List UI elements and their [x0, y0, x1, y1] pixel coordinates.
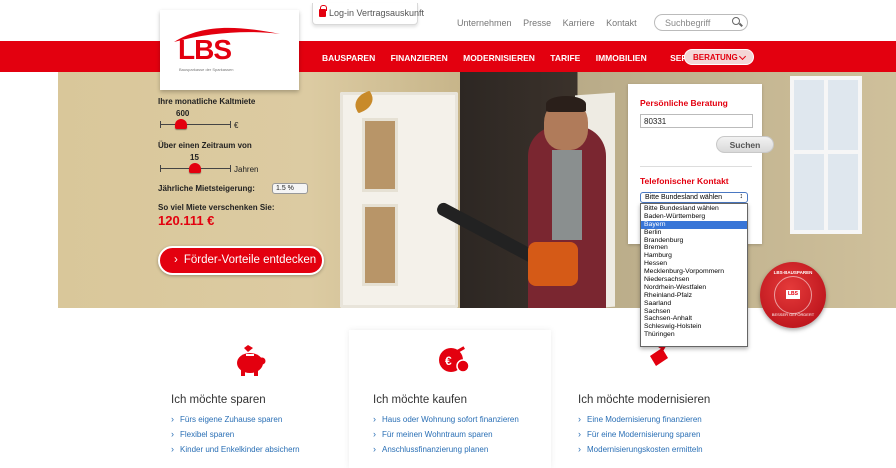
svg-text:€: € [445, 354, 452, 368]
seal-logo: LBS [786, 290, 800, 299]
lbs-logo[interactable]: LBS Bausparkasse der Sparkassen [160, 10, 299, 90]
nav-items: BAUSPAREN FINANZIEREN MODERNISIEREN TARI… [322, 53, 720, 63]
bundesland-option[interactable]: Bitte Bundesland wählen [641, 205, 747, 213]
link-kontakt[interactable]: Kontakt [606, 18, 637, 28]
bundesland-option[interactable]: Schleswig-Holstein [641, 323, 747, 331]
nav-immobilien[interactable]: IMMOBILIEN [596, 53, 647, 63]
nav-tarife[interactable]: TARIFE [550, 53, 580, 63]
increase-label: Jährliche Mietsteigerung: [158, 184, 255, 193]
search-placeholder: Suchbegriff [665, 18, 711, 28]
bundesland-option[interactable]: Mecklenburg-Vorpommern [641, 268, 747, 276]
bundesland-option[interactable]: Hamburg [641, 252, 747, 260]
search-input[interactable]: Suchbegriff [654, 14, 748, 31]
increase-select[interactable]: 1.5 % [272, 183, 308, 194]
link-unternehmen[interactable]: Unternehmen [457, 18, 512, 28]
card-title: Ich möchte sparen [171, 394, 266, 406]
rent-value: 600 [176, 109, 190, 118]
card-title: Ich möchte modernisieren [578, 394, 711, 406]
beratung-title: Persönliche Beratung [640, 98, 728, 108]
logo-text: LBS [178, 34, 232, 65]
rent-label: Ihre monatliche Kaltmiete [158, 97, 256, 106]
hero-door [340, 92, 458, 308]
bundesland-option[interactable]: Nordrhein-Westfalen [641, 284, 747, 292]
nav-bausparen[interactable]: BAUSPAREN [322, 53, 375, 63]
result-label: So viel Miete verschenken Sie: [158, 203, 275, 212]
utility-links: Unternehmen Presse Karriere Kontakt [457, 18, 646, 28]
nav-modernisieren[interactable]: MODERNISIEREN [463, 53, 535, 63]
period-slider-handle[interactable] [189, 163, 201, 173]
bundesland-option[interactable]: Berlin [641, 229, 747, 237]
bundesland-option[interactable]: Brandenburg [641, 237, 747, 245]
bundesland-option[interactable]: Niedersachsen [641, 276, 747, 284]
beratung-button[interactable]: BERATUNG [684, 49, 754, 65]
seal-bottom-text: BESSER GEFÖRDERT [771, 312, 815, 317]
bundesland-option[interactable]: Baden-Württemberg [641, 213, 747, 221]
card-link[interactable]: Eine Modernisierung finanzieren [578, 414, 702, 424]
card-link[interactable]: Fürs eigene Zuhause sparen [171, 414, 282, 424]
card-link[interactable]: Für meinen Wohntraum sparen [373, 429, 493, 439]
foerder-vorteile-button[interactable]: › Förder-Vorteile entdecken [158, 246, 324, 275]
bundesland-dropdown-list: Bitte Bundesland wählen Baden-Württemberg… [640, 203, 748, 347]
bundesland-option[interactable]: Hessen [641, 260, 747, 268]
seal-top-text: LBS-BAUSPAREN [773, 270, 813, 275]
zip-input[interactable]: 80331 [640, 114, 753, 128]
card-link[interactable]: Für eine Modernisierung sparen [578, 429, 700, 439]
lock-icon [319, 5, 327, 17]
card-link[interactable]: Haus oder Wohnung sofort finanzieren [373, 414, 519, 424]
coin-key-icon: € [433, 340, 473, 380]
piggy-bank-icon [230, 340, 270, 380]
rent-slider-handle[interactable] [175, 119, 187, 129]
login-label: Log-in Vertragsauskunft [329, 8, 425, 18]
suchen-button[interactable]: Suchen [716, 136, 774, 153]
bundesland-option[interactable]: Sachsen-Anhalt [641, 315, 747, 323]
card-sparen: Ich möchte sparen Fürs eigene Zuhause sp… [150, 330, 352, 468]
card-link[interactable]: Flexibel sparen [171, 429, 234, 439]
period-value: 15 [190, 153, 199, 162]
rent-slider[interactable] [160, 124, 230, 125]
phone-contact-title: Telefonischer Kontakt [640, 176, 729, 186]
bundesland-option[interactable]: Bayern [641, 220, 747, 229]
login-tab[interactable]: Log-in Vertragsauskunft [312, 3, 424, 25]
chevron-right-icon: › [174, 254, 178, 266]
bundesland-option[interactable]: Rheinland-Pfalz [641, 292, 747, 300]
card-kaufen: € Ich möchte kaufen Haus oder Wohnung so… [349, 330, 551, 468]
bundesland-select[interactable]: Bitte Bundesland wählen [640, 192, 748, 203]
card-title: Ich möchte kaufen [373, 394, 467, 406]
search-icon[interactable] [732, 17, 740, 25]
link-presse[interactable]: Presse [523, 18, 551, 28]
rent-unit: € [234, 121, 239, 130]
card-link[interactable]: Kinder und Enkelkinder absichern [171, 444, 300, 454]
period-label: Über einen Zeitraum von [158, 141, 252, 150]
logo-subtitle: Bausparkasse der Sparkassen [179, 67, 234, 72]
bundesland-option[interactable]: Thüringen [641, 331, 747, 339]
card-link[interactable]: Anschlussfinanzierung planen [373, 444, 488, 454]
nav-finanzieren[interactable]: FINANZIEREN [391, 53, 448, 63]
cta-label: Förder-Vorteile entdecken [183, 254, 317, 266]
bundesland-option[interactable]: Sachsen [641, 308, 747, 316]
link-karriere[interactable]: Karriere [563, 18, 595, 28]
bundesland-option[interactable]: Bremen [641, 244, 747, 252]
lbs-seal: LBS-BAUSPAREN LBS BESSER GEFÖRDERT [760, 262, 826, 328]
bundesland-option[interactable]: Saarland [641, 300, 747, 308]
card-link[interactable]: Modernisierungskosten ermitteln [578, 444, 703, 454]
period-unit: Jahren [234, 165, 259, 174]
top-utility-bar: Log-in Vertragsauskunft Unternehmen Pres… [0, 0, 896, 41]
card-modernisieren: Ich möchte modernisieren Eine Modernisie… [556, 330, 758, 468]
result-value: 120.111 € [158, 213, 215, 228]
hero-window [790, 76, 862, 234]
